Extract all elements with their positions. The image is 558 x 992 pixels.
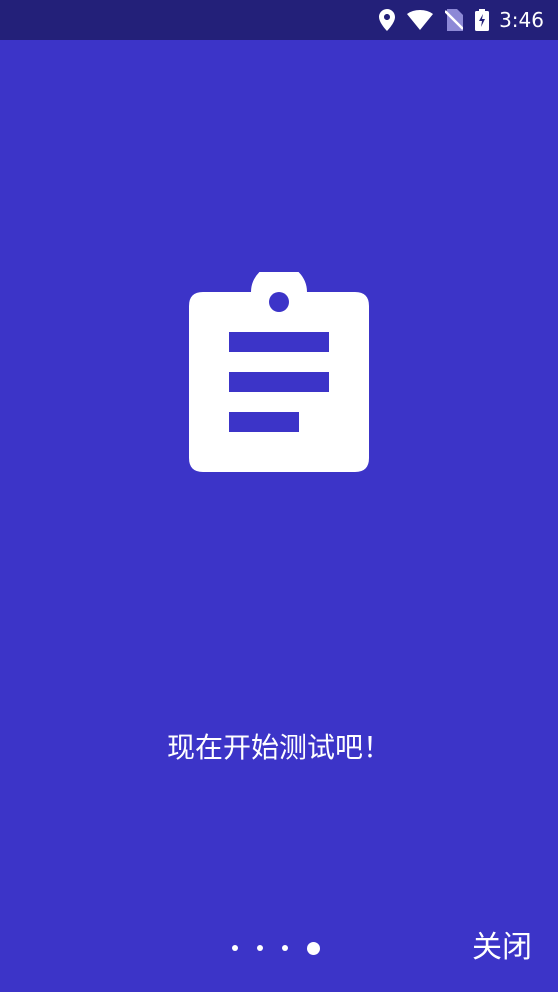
battery-charging-icon — [475, 9, 490, 31]
status-bar: 3:46 — [0, 0, 558, 40]
clipboard-icon — [189, 264, 369, 472]
page-dot[interactable] — [257, 945, 263, 951]
wifi-icon — [407, 10, 434, 30]
onboarding-screen: 3:46 现在开始测试吧！ 关闭 — [0, 0, 558, 992]
start-test-message: 现在开始测试吧！ — [166, 731, 391, 764]
page-dot[interactable] — [232, 945, 238, 951]
no-sim-icon — [445, 9, 464, 31]
page-indicator — [232, 938, 339, 958]
page-dot-active[interactable] — [307, 941, 320, 955]
page-dot[interactable] — [282, 945, 288, 951]
close-button[interactable]: 关闭 — [472, 928, 532, 968]
location-icon — [379, 9, 396, 31]
status-time: 3:46 — [499, 8, 544, 32]
